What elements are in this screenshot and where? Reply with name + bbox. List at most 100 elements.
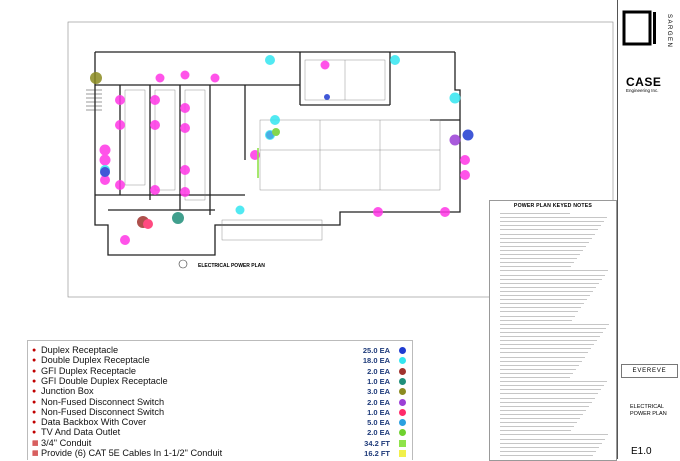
note-text-line [500, 266, 571, 268]
legend-bullet-icon: ● [32, 357, 37, 365]
note-text-line [500, 418, 580, 419]
note-text-line [500, 368, 576, 370]
note-text-line [500, 360, 582, 362]
legend-swatch [399, 377, 406, 385]
note-text-line [500, 217, 607, 219]
note-text-line [500, 299, 587, 301]
note-text-line [500, 381, 607, 383]
note-text-line [500, 422, 577, 424]
svg-text:SARGENTI: SARGENTI [666, 14, 672, 48]
note-text-line [500, 323, 609, 325]
note-text-line [500, 282, 599, 284]
note-text-line [500, 315, 575, 317]
note-text-line [500, 258, 577, 260]
note-text-line [500, 286, 596, 288]
legend-swatch [399, 357, 406, 365]
legend-panel: ● Duplex Receptacle 25.0 EA ● Double Duplex … [27, 340, 413, 460]
legend-swatch [399, 439, 406, 447]
note-text-line [500, 426, 574, 428]
keyed-notes-block: POWER PLAN KEYED NOTES [489, 200, 617, 461]
legend-bullet-icon: ● [32, 367, 37, 375]
legend-swatch [399, 347, 406, 354]
legend-swatch [399, 419, 406, 427]
note-text-line [500, 446, 599, 448]
note-text-line [500, 319, 572, 321]
note-text-line [500, 213, 570, 214]
legend-bullet-icon: ● [32, 398, 37, 406]
note-text-line [500, 401, 592, 403]
title-block: SARGENTI CASE Engineering Inc. EVEREVE E… [617, 0, 680, 459]
note-text-line [500, 254, 580, 255]
engineer-firm: CASE [626, 75, 662, 89]
engineer-firm-sub: Engineering Inc. [626, 88, 659, 93]
legend-bullet-icon: ● [32, 347, 37, 354]
note-text-line [500, 262, 574, 264]
note-text-line [500, 278, 602, 280]
note-text-line [500, 409, 586, 411]
note-text-line [500, 233, 595, 235]
note-text-line [500, 413, 583, 415]
sheet-title: ELECTRICAL POWER PLAN [630, 404, 667, 417]
note-text-line [500, 225, 601, 227]
note-text-line [500, 221, 604, 223]
note-text-line [500, 336, 600, 337]
note-text-line [500, 377, 570, 378]
legend-bullet-icon: ● [32, 429, 37, 437]
note-text-line [500, 245, 586, 247]
legend-swatch [399, 408, 406, 416]
note-text-line [500, 389, 601, 391]
legend-label: Provide (6) CAT 5E Cables In 1-1/2" Cond… [41, 448, 223, 458]
note-text-line [500, 290, 593, 292]
note-text-line [500, 241, 589, 243]
note-text-line [500, 430, 571, 432]
legend-swatch [399, 367, 406, 375]
note-text-line [500, 237, 592, 239]
notes-title: POWER PLAN KEYED NOTES [513, 203, 593, 209]
note-text-line [500, 344, 594, 346]
client-name: EVEREVE [621, 364, 678, 378]
sheet-number: E1.0 [631, 446, 652, 457]
note-text-line [500, 249, 583, 251]
note-text-line [500, 340, 597, 342]
note-text-line [500, 372, 573, 374]
legend-bullet-icon: ▦ [32, 439, 39, 447]
note-text-line [500, 397, 595, 399]
note-text-line [500, 307, 581, 309]
plan-title: ELECTRICAL POWER PLAN [198, 263, 265, 269]
note-text-line [500, 295, 590, 296]
note-text-line [500, 331, 603, 333]
note-text-line [500, 364, 579, 366]
note-text-line [500, 438, 605, 440]
note-text-line [500, 311, 578, 313]
legend-swatch [399, 429, 406, 437]
legend-quantity: 16.2 FT [364, 449, 390, 458]
note-text-line [500, 303, 584, 305]
note-text-line [500, 274, 605, 276]
drawing-sheet: ELECTRICAL POWER PLAN POWER PLAN KEYED N… [0, 0, 680, 461]
note-text-line [500, 352, 588, 354]
sheet-title-line-1: ELECTRICAL [630, 404, 664, 410]
note-text-line [500, 405, 589, 407]
note-text-line [500, 450, 596, 452]
note-text-line [500, 385, 604, 387]
note-text-line [500, 356, 585, 358]
legend-row: ▦ Provide (6) CAT 5E Cables In 1-1/2" Con… [28, 448, 412, 459]
note-text-line [500, 434, 608, 436]
legend-swatch [399, 398, 406, 406]
legend-bullet-icon: ● [32, 388, 37, 396]
sargenti-logo: SARGENTI [620, 8, 678, 57]
stair-icon [86, 89, 102, 111]
legend-bullet-icon: ● [32, 377, 37, 385]
note-text-line [500, 442, 602, 444]
note-text-line [500, 454, 593, 456]
legend-swatch [399, 388, 406, 396]
legend-bullet-icon: ● [32, 408, 37, 416]
note-text-line [500, 270, 608, 272]
note-text-line [500, 229, 598, 231]
sheet-title-line-2: POWER PLAN [630, 410, 667, 417]
legend-bullet-icon: ● [32, 419, 37, 427]
legend-bullet-icon: ▦ [32, 450, 39, 457]
note-text-line [500, 393, 598, 395]
note-text-line [500, 327, 606, 329]
note-text-line [500, 348, 591, 350]
